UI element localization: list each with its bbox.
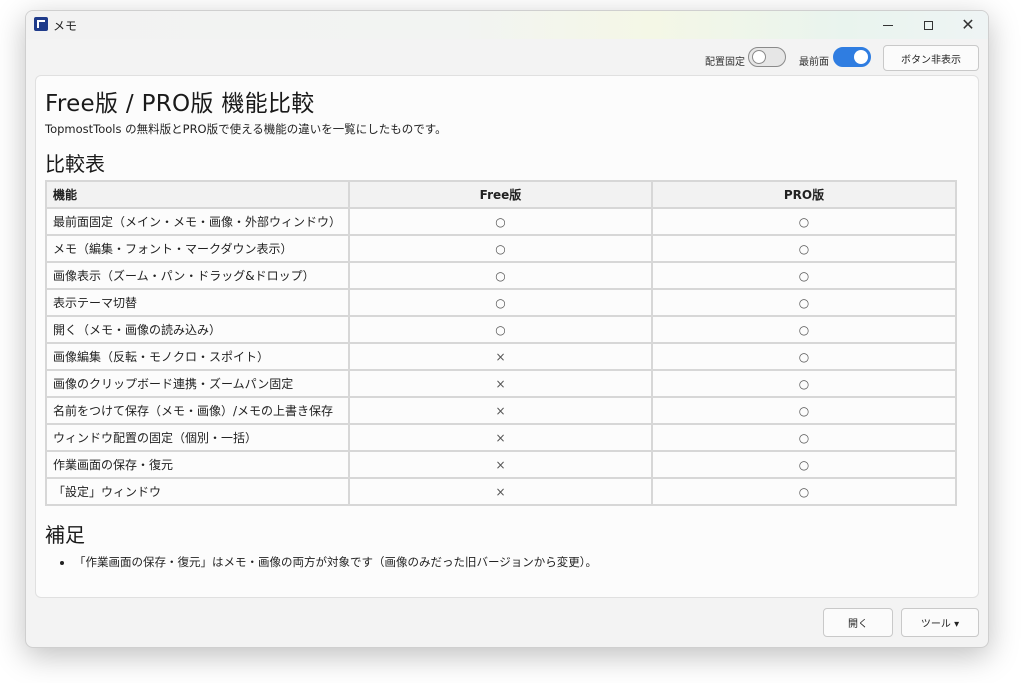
table-row: 画像表示（ズーム・パン・ドラッグ&ドロップ） ○ ○ (45, 261, 957, 290)
title-bar[interactable]: メモ ✕ (26, 11, 988, 39)
list-item: 「作業画面の保存・復元」はメモ・画像の両方が対象です（画像のみだった旧バージョン… (74, 554, 597, 570)
topmost-toggle[interactable] (833, 47, 871, 67)
free-cell: × (348, 396, 653, 425)
table-row: 開く（メモ・画像の読み込み） ○ ○ (45, 315, 957, 344)
table-body: 最前面固定（メイン・メモ・画像・外部ウィンドウ） ○ ○ メモ（編集・フォント・マーク… (45, 207, 957, 506)
table-row: 最前面固定（メイン・メモ・画像・外部ウィンドウ） ○ ○ (45, 207, 957, 236)
pin-toggle-label: 配置固定 (705, 57, 745, 68)
topmost-toggle-label: 最前面 (799, 57, 829, 68)
app-logo-icon (34, 17, 48, 31)
feature-cell: 「設定」ウィンドウ (45, 477, 350, 506)
table-header-row: 機能 Free版 PRO版 (45, 180, 957, 209)
hide-buttons-button[interactable]: ボタン非表示 (883, 45, 979, 71)
table-row: 表示テーマ切替 ○ ○ (45, 288, 957, 317)
free-cell: × (348, 423, 653, 452)
maximize-button[interactable] (908, 11, 948, 39)
pro-cell: ○ (651, 261, 957, 290)
table-row: ウィンドウ配置の固定（個別・一括） × ○ (45, 423, 957, 452)
feature-cell: 開く（メモ・画像の読み込み） (45, 315, 350, 344)
free-cell: × (348, 477, 653, 506)
pro-cell: ○ (651, 450, 957, 479)
column-header-free: Free版 (348, 180, 653, 209)
content-panel: Free版 / PRO版 機能比較 TopmostTools の無料版とPRO版… (35, 75, 979, 598)
table-row: 「設定」ウィンドウ × ○ (45, 477, 957, 506)
free-cell: × (348, 369, 653, 398)
comparison-table: 機能 Free版 PRO版 最前面固定（メイン・メモ・画像・外部ウィンドウ） ○ ○… (45, 180, 957, 506)
free-cell: ○ (348, 261, 653, 290)
table-heading: 比較表 (45, 152, 105, 176)
open-button[interactable]: 開く (823, 608, 893, 637)
table-row: 画像編集（反転・モノクロ・スポイト） × ○ (45, 342, 957, 371)
toggle-knob (752, 50, 766, 64)
table-row: 作業画面の保存・復元 × ○ (45, 450, 957, 479)
feature-cell: メモ（編集・フォント・マークダウン表示） (45, 234, 350, 263)
column-header-feature: 機能 (45, 180, 350, 209)
app-window: メモ ✕ 配置固定 最前面 ボタン非表示 Free版 / PRO版 機能比較 T… (25, 10, 989, 648)
feature-cell: 名前をつけて保存（メモ・画像）/メモの上書き保存 (45, 396, 350, 425)
page-description: TopmostTools の無料版とPRO版で使える機能の違いを一覧にしたもので… (45, 122, 447, 136)
feature-cell: ウィンドウ配置の固定（個別・一括） (45, 423, 350, 452)
feature-cell: 作業画面の保存・復元 (45, 450, 350, 479)
minimize-button[interactable] (868, 11, 908, 39)
pro-cell: ○ (651, 423, 957, 452)
pro-cell: ○ (651, 369, 957, 398)
pro-cell: ○ (651, 477, 957, 506)
toggle-knob (854, 50, 868, 64)
notes-list: 「作業画面の保存・復元」はメモ・画像の両方が対象です（画像のみだった旧バージョン… (60, 554, 597, 570)
feature-cell: 最前面固定（メイン・メモ・画像・外部ウィンドウ） (45, 207, 350, 236)
feature-cell: 表示テーマ切替 (45, 288, 350, 317)
tools-menu-button[interactable]: ツール ▾ (901, 608, 979, 637)
pro-cell: ○ (651, 396, 957, 425)
pro-cell: ○ (651, 288, 957, 317)
free-cell: ○ (348, 288, 653, 317)
maximize-icon (923, 20, 933, 30)
window-title: メモ (53, 19, 78, 33)
pro-cell: ○ (651, 342, 957, 371)
close-button[interactable]: ✕ (948, 11, 988, 39)
table-row: 名前をつけて保存（メモ・画像）/メモの上書き保存 × ○ (45, 396, 957, 425)
notes-heading: 補足 (45, 523, 85, 547)
free-cell: ○ (348, 315, 653, 344)
pin-toggle[interactable] (748, 47, 786, 67)
minimize-icon (883, 24, 893, 26)
close-icon: ✕ (961, 15, 975, 34)
feature-cell: 画像表示（ズーム・パン・ドラッグ&ドロップ） (45, 261, 350, 290)
table-row: メモ（編集・フォント・マークダウン表示） ○ ○ (45, 234, 957, 263)
column-header-pro: PRO版 (651, 180, 957, 209)
toolbar: 配置固定 最前面 ボタン非表示 (26, 39, 988, 77)
free-cell: × (348, 342, 653, 371)
pro-cell: ○ (651, 207, 957, 236)
pro-cell: ○ (651, 315, 957, 344)
feature-cell: 画像のクリップボード連携・ズームパン固定 (45, 369, 350, 398)
free-cell: ○ (348, 207, 653, 236)
free-cell: × (348, 450, 653, 479)
free-cell: ○ (348, 234, 653, 263)
table-row: 画像のクリップボード連携・ズームパン固定 × ○ (45, 369, 957, 398)
page-title: Free版 / PRO版 機能比較 (45, 91, 315, 117)
pro-cell: ○ (651, 234, 957, 263)
feature-cell: 画像編集（反転・モノクロ・スポイト） (45, 342, 350, 371)
